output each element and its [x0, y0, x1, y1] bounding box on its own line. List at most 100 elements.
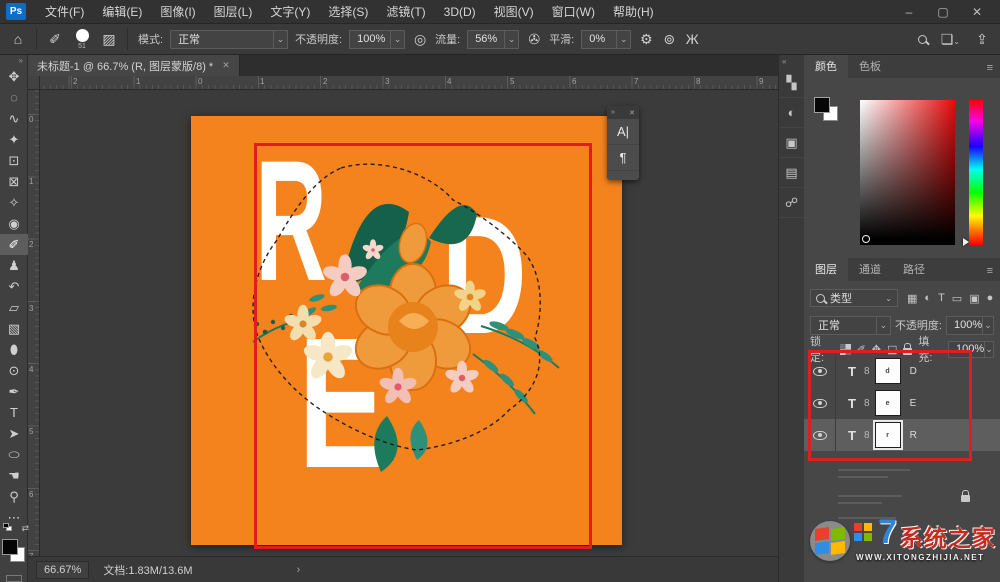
layer-mask-link-icon[interactable]: 8	[864, 398, 870, 409]
tab-color[interactable]: 颜色	[804, 54, 848, 78]
tab-paths[interactable]: 路径	[892, 257, 936, 281]
lock-paint-icon[interactable]: ✐	[857, 343, 866, 356]
layer-opacity-dropdown[interactable]: 100%⌄	[946, 316, 994, 335]
crop-tool[interactable]: ⊡	[0, 150, 28, 171]
layer-row-e[interactable]: T8eE	[804, 387, 1000, 419]
layer-mask-link-icon[interactable]: 8	[864, 430, 870, 441]
quick-mask-icon[interactable]	[6, 575, 22, 582]
document-tab[interactable]: 未标题-1 @ 66.7% (R, 图层蒙版/8) * ✕	[28, 55, 240, 76]
menu-item-9[interactable]: 窗口(W)	[543, 0, 604, 24]
flow-dropdown[interactable]: 56%⌄	[467, 30, 519, 49]
close-button[interactable]: ✕	[960, 0, 994, 24]
filter-toggle-icon[interactable]: ●	[987, 292, 994, 305]
path-selection-tool[interactable]: ➤	[0, 423, 28, 444]
smart-object-filter-icon[interactable]: ▣	[969, 292, 979, 305]
tab-swatches[interactable]: 色板	[848, 54, 892, 78]
menu-item-0[interactable]: 文件(F)	[36, 0, 93, 24]
type-layer-thumbnail[interactable]: T	[845, 364, 859, 379]
menu-item-5[interactable]: 选择(S)	[319, 0, 377, 24]
character-panel-icon[interactable]: A|	[607, 119, 639, 145]
brush-settings-panel-icon[interactable]: ▨	[101, 31, 117, 48]
layer-filter-dropdown[interactable]: 类型 ⌄	[810, 289, 898, 307]
brush-tool[interactable]: ✐	[0, 234, 28, 255]
maximize-button[interactable]: ▢	[926, 0, 960, 24]
share-icon[interactable]: ⇪	[974, 31, 990, 48]
panel-collapse-icon[interactable]: »	[611, 109, 615, 116]
adjustment-layers-filter-icon[interactable]: ◐	[924, 292, 931, 305]
home-icon[interactable]: ⌂	[10, 31, 26, 47]
vertical-ruler[interactable]: 01234567	[28, 90, 40, 556]
pixel-layers-filter-icon[interactable]: ▦	[907, 292, 917, 305]
quick-selection-tool[interactable]: ✦	[0, 129, 28, 150]
color-panel-icon[interactable]: ▚	[779, 68, 804, 98]
hue-strip[interactable]	[969, 100, 983, 245]
lasso-tool[interactable]: ∿	[0, 108, 28, 129]
paragraph-panel-icon[interactable]: ¶	[607, 145, 639, 171]
menu-item-4[interactable]: 文字(Y)	[261, 0, 319, 24]
brush-preview[interactable]: 51	[70, 29, 94, 50]
strip-collapse-icon[interactable]: «	[779, 55, 804, 68]
brush-preset-icon[interactable]: ✐	[47, 31, 63, 48]
type-layer-thumbnail[interactable]: T	[845, 396, 859, 411]
layer-visibility-eye-icon[interactable]	[813, 367, 827, 376]
color-panel-swatches[interactable]	[814, 97, 840, 123]
eyedropper-tool[interactable]: ✧	[0, 192, 28, 213]
menu-item-6[interactable]: 滤镜(T)	[377, 0, 434, 24]
search-icon[interactable]	[918, 35, 927, 44]
tab-channels[interactable]: 通道	[848, 257, 892, 281]
size-pressure-icon[interactable]: ⊚	[661, 31, 677, 48]
gradient-tool[interactable]: ▧	[0, 318, 28, 339]
type-layer-thumbnail[interactable]: T	[845, 428, 859, 443]
lock-transparent-icon[interactable]	[840, 344, 851, 355]
dodge-tool[interactable]: ⊙	[0, 360, 28, 381]
panel-close-icon[interactable]: ✕	[629, 109, 635, 117]
marquee-tool[interactable]: ◌	[0, 87, 28, 108]
eraser-tool[interactable]: ▱	[0, 297, 28, 318]
menu-item-8[interactable]: 视图(V)	[485, 0, 543, 24]
clone-stamp-tool[interactable]: ♟	[0, 255, 28, 276]
properties-panel-icon[interactable]: ▤	[779, 158, 804, 188]
history-brush-tool[interactable]: ↶	[0, 276, 28, 297]
tab-layers[interactable]: 图层	[804, 257, 848, 281]
panel-menu-icon[interactable]: ≡	[980, 58, 1000, 78]
pen-tool[interactable]: ✒	[0, 381, 28, 402]
layer-blend-mode-dropdown[interactable]: 正常⌄	[810, 316, 891, 335]
libraries-panel-icon[interactable]: ▣	[779, 128, 804, 158]
shape-layers-filter-icon[interactable]: ▭	[952, 292, 962, 305]
hand-tool[interactable]: ☚	[0, 465, 28, 486]
layer-visibility-eye-icon[interactable]	[813, 431, 827, 440]
opacity-dropdown[interactable]: 100%⌄	[349, 30, 405, 49]
status-options-chevron-icon[interactable]: ›	[297, 564, 301, 576]
menu-item-7[interactable]: 3D(D)	[435, 0, 485, 24]
airbrush-icon[interactable]: ✇	[526, 31, 542, 48]
layer-mask-thumbnail[interactable]: e	[875, 390, 901, 416]
menu-item-2[interactable]: 图像(I)	[151, 0, 204, 24]
saturation-brightness-field[interactable]	[860, 100, 955, 245]
toolbar-collapse-icon[interactable]: »	[0, 55, 27, 66]
blend-mode-dropdown[interactable]: 正常⌄	[170, 30, 288, 49]
frame-tool[interactable]: ⊠	[0, 171, 28, 192]
opacity-pressure-icon[interactable]: ◎	[412, 31, 428, 48]
type-layers-filter-icon[interactable]: T	[938, 292, 945, 305]
healing-brush-tool[interactable]: ◉	[0, 213, 28, 234]
share-panel-icon[interactable]: ☍	[779, 188, 804, 218]
default-colors-icon[interactable]	[3, 523, 12, 531]
minimize-button[interactable]: –	[892, 0, 926, 24]
smoothing-dropdown[interactable]: 0%⌄	[581, 30, 631, 49]
type-tool[interactable]: T	[0, 402, 28, 423]
workspace-switcher-icon[interactable]: ❏⌄	[941, 31, 960, 48]
menu-item-1[interactable]: 编辑(E)	[93, 0, 151, 24]
menu-item-3[interactable]: 图层(L)	[205, 0, 262, 24]
swap-colors-icon[interactable]: ⇄	[21, 523, 29, 534]
zoom-tool[interactable]: ⚲	[0, 486, 28, 507]
layer-row-d[interactable]: T8dD	[804, 355, 1000, 387]
panel-menu-icon[interactable]: ≡	[980, 261, 1000, 281]
hue-slider-icon[interactable]	[963, 238, 969, 246]
foreground-color-swatch[interactable]	[814, 97, 830, 113]
foreground-background-colors[interactable]: ⇄	[2, 537, 26, 571]
zoom-level-field[interactable]: 66.67%	[36, 561, 89, 579]
ellipse-shape-tool[interactable]: ⬭	[0, 444, 28, 465]
foreground-color-swatch[interactable]	[2, 539, 18, 555]
symmetry-icon[interactable]: Ж	[684, 31, 700, 47]
lock-move-icon[interactable]: ✥	[872, 343, 881, 356]
